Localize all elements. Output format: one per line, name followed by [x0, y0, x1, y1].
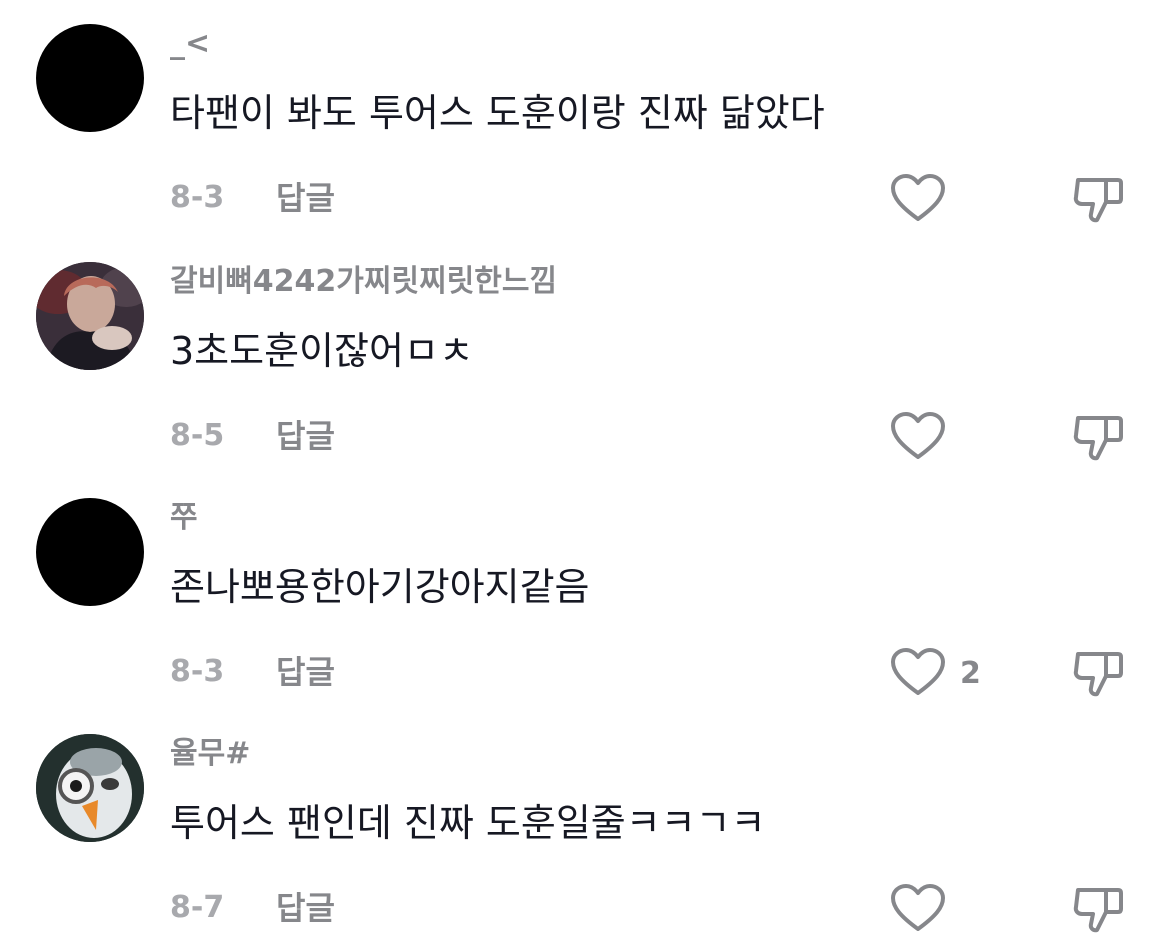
- thumbs-down-outline-icon: [1070, 172, 1126, 226]
- avatar-photo: [36, 262, 144, 370]
- comment-date: 8-5: [170, 418, 225, 453]
- avatar-photo: [36, 734, 144, 842]
- comment-username[interactable]: 율무#: [170, 734, 250, 774]
- dislike-button[interactable]: [1070, 410, 1126, 464]
- comment-item: _< 타팬이 봐도 투어스 도훈이랑 진짜 닮았다 8-3 답글: [0, 0, 1170, 236]
- comment-text: 존나뽀용한아기강아지같음: [170, 565, 590, 609]
- comment-username[interactable]: _<: [170, 24, 210, 64]
- avatar[interactable]: [36, 734, 144, 842]
- comment-username[interactable]: 쭈: [170, 498, 198, 538]
- like-button[interactable]: 2: [890, 646, 981, 700]
- like-button[interactable]: [890, 410, 960, 464]
- avatar[interactable]: [36, 498, 144, 606]
- avatar[interactable]: [36, 24, 144, 132]
- like-button[interactable]: [890, 882, 960, 936]
- heart-outline-icon: [890, 172, 946, 226]
- thumbs-down-outline-icon: [1070, 646, 1126, 700]
- reply-button[interactable]: 답글: [276, 416, 335, 456]
- comment-username[interactable]: 갈비뼈4242가찌릿찌릿한느낌: [170, 262, 557, 302]
- comment-text: 3초도훈이잖어ㅁㅊ: [170, 329, 474, 373]
- heart-outline-icon: [890, 882, 946, 936]
- reply-button[interactable]: 답글: [276, 888, 335, 928]
- heart-outline-icon: [890, 410, 946, 464]
- dislike-button[interactable]: [1070, 646, 1126, 700]
- comment-text: 타팬이 봐도 투어스 도훈이랑 진짜 닮았다: [170, 91, 825, 135]
- dislike-button[interactable]: [1070, 172, 1126, 226]
- comment-date: 8-3: [170, 654, 225, 689]
- like-button[interactable]: [890, 172, 960, 226]
- comment-item: 율무# 투어스 팬인데 진짜 도훈일줄ㅋㅋㄱㅋ 8-7 답글: [0, 710, 1170, 946]
- avatar[interactable]: [36, 262, 144, 370]
- heart-outline-icon: [890, 646, 946, 700]
- comment-date: 8-3: [170, 180, 225, 215]
- thumbs-down-outline-icon: [1070, 410, 1126, 464]
- comment-item: 갈비뼈4242가찌릿찌릿한느낌 3초도훈이잖어ㅁㅊ 8-5 답글: [0, 238, 1170, 474]
- reply-button[interactable]: 답글: [276, 652, 335, 692]
- like-count: 2: [960, 655, 981, 691]
- comment-item: 쭈 존나뽀용한아기강아지같음 8-3 답글 2: [0, 474, 1170, 710]
- comment-text: 투어스 팬인데 진짜 도훈일줄ㅋㅋㄱㅋ: [170, 801, 766, 845]
- comment-date: 8-7: [170, 890, 225, 925]
- thumbs-down-outline-icon: [1070, 882, 1126, 936]
- dislike-button[interactable]: [1070, 882, 1126, 936]
- reply-button[interactable]: 답글: [276, 178, 335, 218]
